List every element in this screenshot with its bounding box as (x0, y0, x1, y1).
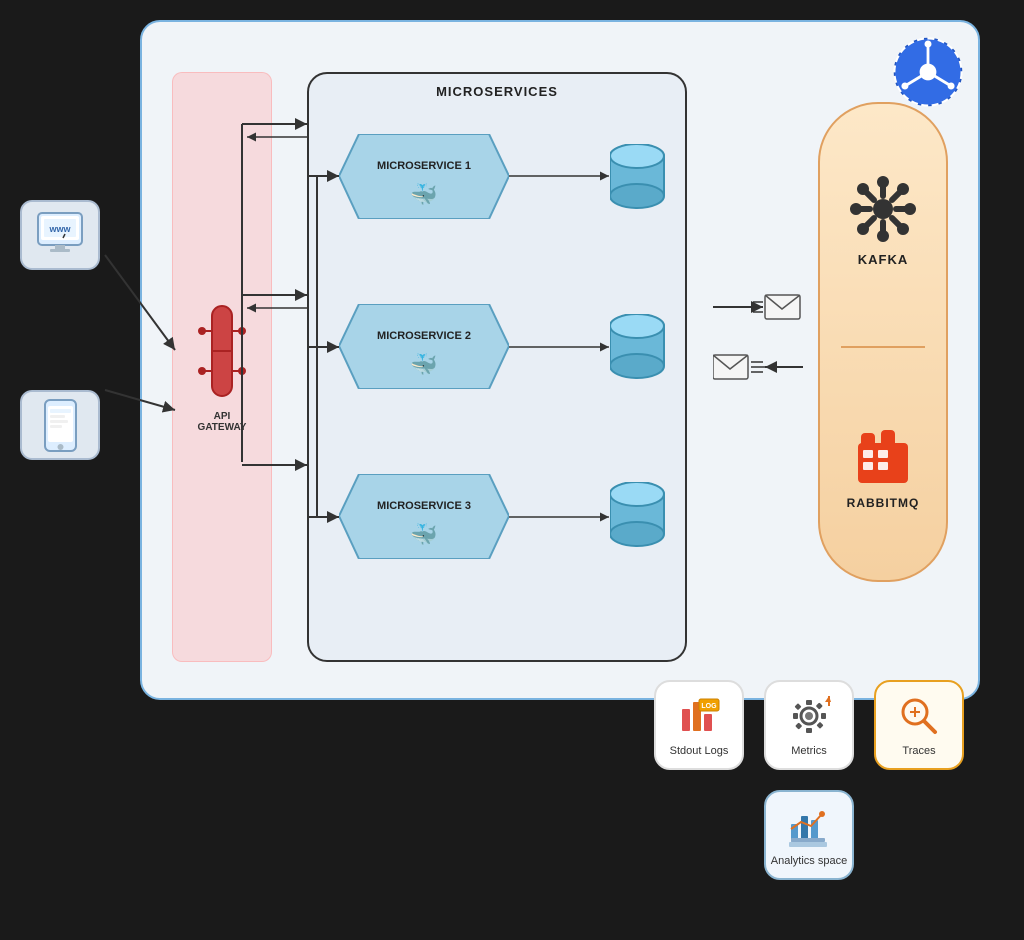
metrics-label: Metrics (791, 745, 826, 757)
traces-box[interactable]: Traces (874, 680, 964, 770)
stdout-logs-box[interactable]: LOG Stdout Logs (654, 680, 744, 770)
microservice-3: MICROSERVICE 3 🐳 (339, 474, 509, 559)
metrics-box[interactable]: Metrics (764, 680, 854, 770)
analytics-row: Analytics space (654, 790, 964, 880)
msg-to-kafka (713, 292, 803, 337)
database-1 (610, 144, 665, 214)
svg-text:🐳: 🐳 (410, 182, 437, 207)
rabbitmq-section: RABBITMQ (847, 428, 920, 510)
database-2 (610, 314, 665, 384)
svg-text:LOG: LOG (701, 703, 717, 710)
svg-text:MICROSERVICE 3: MICROSERVICE 3 (377, 500, 471, 512)
svg-text:MICROSERVICE 1: MICROSERVICE 1 (377, 160, 471, 172)
microservice-1: MICROSERVICE 1 🐳 (339, 134, 509, 219)
svg-text:🐳: 🐳 (410, 522, 437, 547)
obs-tools-row: LOG Stdout Logs (654, 680, 964, 770)
web-client-icon: www (20, 200, 100, 270)
api-gateway-zone: API GATEWAY (172, 72, 272, 662)
analytics-label: Analytics space (771, 855, 847, 867)
kafka-section: KAFKA (848, 174, 918, 267)
kubernetes-icon (893, 37, 963, 107)
observability-section: LOG Stdout Logs (654, 680, 964, 880)
svg-text:www: www (48, 224, 71, 234)
main-diagram: API GATEWAY MICROSERVICES MICROSERVICE 1… (140, 20, 980, 700)
svg-text:MICROSERVICE 2: MICROSERVICE 2 (377, 330, 471, 342)
rabbitmq-label: RABBITMQ (847, 496, 920, 510)
traces-label: Traces (902, 745, 935, 757)
microservices-zone: MICROSERVICES MICROSERVICE 1 🐳 MICROSERV… (307, 72, 687, 662)
microservices-title: MICROSERVICES (436, 84, 558, 99)
kafka-label: KAFKA (858, 252, 909, 267)
analytics-box[interactable]: Analytics space (764, 790, 854, 880)
microservice-2: MICROSERVICE 2 🐳 (339, 304, 509, 389)
mobile-client-icon (20, 390, 100, 460)
api-gateway-label: API GATEWAY (192, 411, 252, 433)
client-icons-container: www (20, 200, 100, 460)
database-3 (610, 482, 665, 552)
svg-text:🐳: 🐳 (410, 352, 437, 377)
msg-from-rabbit (713, 352, 803, 397)
messaging-zone: KAFKA RABBITMQ (818, 102, 948, 582)
stdout-logs-label: Stdout Logs (670, 745, 729, 757)
